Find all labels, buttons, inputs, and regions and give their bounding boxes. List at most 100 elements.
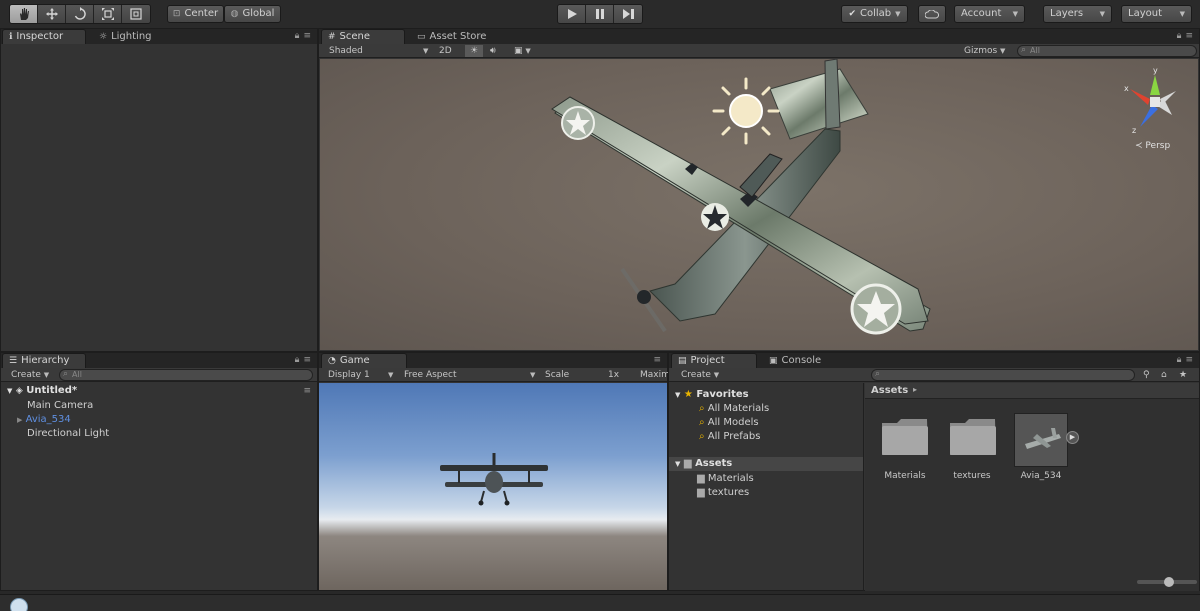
tab-hierarchy[interactable]: ☰ Hierarchy xyxy=(2,353,86,368)
expand-model-icon[interactable]: ▶ xyxy=(1066,431,1079,444)
lock-icon[interactable]: 🔒︎ xyxy=(1177,31,1182,41)
breadcrumb-assets[interactable]: Assets xyxy=(871,385,908,396)
panel-menu-icon[interactable]: ≡ xyxy=(303,31,311,41)
grid-icon: # xyxy=(328,32,336,42)
cloud-button[interactable] xyxy=(918,5,946,23)
panel-menu-icon[interactable]: ≡ xyxy=(1185,31,1193,41)
list-icon: ☰ xyxy=(9,356,18,366)
scene-effects-dropdown[interactable]: ▣ ▼ xyxy=(514,45,536,57)
panel-menu-icon[interactable]: ≡ xyxy=(1185,355,1193,365)
favorite-all-models[interactable]: ⌕ All Models xyxy=(699,417,759,428)
move-icon xyxy=(45,8,58,20)
dropdown-arrow-icon: ▼ xyxy=(530,371,536,379)
filter-type-icon[interactable]: ⚲ xyxy=(1143,369,1150,381)
toggle-2d-button[interactable]: 2D xyxy=(439,45,457,57)
account-dropdown[interactable]: Account ▼ xyxy=(954,5,1025,23)
collab-button[interactable]: ✔ Collab ▼ xyxy=(841,5,908,23)
pivot-toggle-button[interactable]: ⊡ Center xyxy=(167,5,224,23)
shading-mode-dropdown[interactable]: Shaded ▼ xyxy=(329,45,429,57)
favorite-star-icon[interactable]: ★ xyxy=(1179,369,1187,381)
scene-audio-toggle[interactable]: 🔊︎ xyxy=(490,45,506,57)
favorite-all-materials[interactable]: ⌕ All Materials xyxy=(699,403,769,414)
assets-folder-textures[interactable]: ▆ textures xyxy=(697,487,749,498)
scene-tabbar: # Scene ▭ Asset Store 🔒︎ ≡ xyxy=(319,29,1199,44)
grid-folder-materials-icon[interactable] xyxy=(881,417,929,457)
gizmos-dropdown[interactable]: Gizmos ▼ xyxy=(964,45,1014,57)
hierarchy-item-avia[interactable]: ▶ Avia_534 xyxy=(17,414,71,425)
hierarchy-item-directional-light[interactable]: Directional Light xyxy=(27,428,109,439)
project-tree: ▼ ★ Favorites ⌕ All Materials ⌕ All Mode… xyxy=(669,383,864,591)
rotate-tool-button[interactable] xyxy=(66,5,94,23)
space-toggle-button[interactable]: ◍ Global xyxy=(224,5,281,23)
project-create-dropdown[interactable]: Create ▼ xyxy=(681,369,723,381)
rect-tool-button[interactable] xyxy=(122,5,150,23)
rotate-icon xyxy=(74,7,86,20)
playback-controls xyxy=(557,4,643,24)
pacman-icon: ◔ xyxy=(328,356,336,366)
tab-asset-store[interactable]: ▭ Asset Store xyxy=(411,29,501,44)
move-tool-button[interactable] xyxy=(38,5,66,23)
dropdown-arrow-icon: ▼ xyxy=(1000,47,1006,55)
orientation-gizmo[interactable]: y x z xyxy=(1120,67,1190,139)
play-button[interactable] xyxy=(558,5,586,23)
search-icon: ⌕ xyxy=(699,431,705,442)
expand-arrow-icon: ▼ xyxy=(675,391,681,399)
tab-lighting[interactable]: ☼ Lighting xyxy=(93,29,167,44)
grid-model-avia-thumbnail[interactable] xyxy=(1014,413,1068,467)
hierarchy-item-main-camera[interactable]: Main Camera xyxy=(27,400,93,411)
filter-label-icon[interactable]: ⌂ xyxy=(1161,369,1167,381)
game-toolbar: Display 1 ▼ Free Aspect ▼ Scale 1x Maxim xyxy=(319,368,668,394)
pause-button[interactable] xyxy=(586,5,614,23)
tab-project[interactable]: ▤ Project xyxy=(671,353,757,368)
game-viewport[interactable] xyxy=(319,383,667,590)
lock-icon[interactable]: 🔒︎ xyxy=(295,31,300,41)
display-dropdown[interactable]: Display 1 ▼ xyxy=(328,369,396,381)
favorite-all-prefabs[interactable]: ⌕ All Prefabs xyxy=(699,431,760,442)
maximize-on-play-toggle[interactable]: Maxim xyxy=(640,369,668,381)
folder-tab-icon: ▤ xyxy=(678,356,687,366)
game-tabbar: ◔ Game ≡ xyxy=(319,353,667,368)
folder-icon: ▆ xyxy=(697,487,705,498)
grid-folder-textures-icon[interactable] xyxy=(949,417,997,457)
aspect-dropdown[interactable]: Free Aspect ▼ xyxy=(404,369,538,381)
step-button[interactable] xyxy=(614,5,642,23)
scene-viewport[interactable]: y x z ≺ Persp xyxy=(320,59,1198,350)
layers-dropdown[interactable]: Layers ▼ xyxy=(1043,5,1112,23)
scene-root-item[interactable]: ▼ ◈ Untitled* xyxy=(7,385,77,396)
lighting-icon: ☼ xyxy=(99,31,108,42)
tab-scene[interactable]: # Scene xyxy=(321,29,405,44)
scene-lighting-toggle[interactable]: ☀ xyxy=(465,45,483,57)
projection-toggle[interactable]: ≺ Persp xyxy=(1135,141,1170,151)
panel-menu-icon[interactable]: ≡ xyxy=(303,355,311,365)
hierarchy-panel: ☰ Hierarchy 🔒︎ ≡ Create ▼ All ▼ ◈ Untitl… xyxy=(0,352,318,591)
layout-dropdown[interactable]: Layout ▼ xyxy=(1121,5,1192,23)
hand-tool-button[interactable] xyxy=(10,5,38,23)
tab-console[interactable]: ▣ Console xyxy=(763,353,833,368)
perspective-icon: ≺ xyxy=(1135,141,1143,151)
dropdown-arrow-icon: ▼ xyxy=(525,47,531,55)
scene-menu-icon[interactable]: ≡ xyxy=(303,386,311,396)
scale-tool-button[interactable] xyxy=(94,5,122,23)
scene-search-input[interactable]: All xyxy=(1017,45,1197,57)
hierarchy-create-dropdown[interactable]: Create ▼ xyxy=(11,369,51,381)
project-search-input[interactable] xyxy=(871,369,1135,381)
icon-size-slider-thumb[interactable] xyxy=(1164,577,1174,587)
expand-arrow-icon: ▼ xyxy=(675,460,681,468)
assets-folder[interactable]: ▼ ▆ Assets xyxy=(675,458,732,469)
panel-menu-icon[interactable]: ≡ xyxy=(653,355,661,365)
check-icon: ✔ xyxy=(848,9,856,19)
cloud-icon xyxy=(925,9,939,18)
tab-game[interactable]: ◔ Game xyxy=(321,353,407,368)
directional-light-gizmo[interactable] xyxy=(711,76,781,146)
dropdown-arrow-icon: ▼ xyxy=(713,371,720,379)
project-asset-grid: Assets ▸ Materials textures ▶ Avia_534 xyxy=(865,383,1199,591)
hierarchy-search-input[interactable]: All xyxy=(59,369,313,381)
assets-folder-materials[interactable]: ▆ Materials xyxy=(697,473,754,484)
icon-size-slider[interactable] xyxy=(1137,577,1197,587)
favorites-folder[interactable]: ▼ ★ Favorites xyxy=(675,389,749,400)
lock-icon[interactable]: 🔒︎ xyxy=(1177,355,1182,365)
lock-icon[interactable]: 🔒︎ xyxy=(295,355,300,365)
step-icon xyxy=(622,9,634,19)
rect-transform-icon xyxy=(130,8,142,20)
tab-inspector[interactable]: ℹ Inspector xyxy=(2,29,86,44)
